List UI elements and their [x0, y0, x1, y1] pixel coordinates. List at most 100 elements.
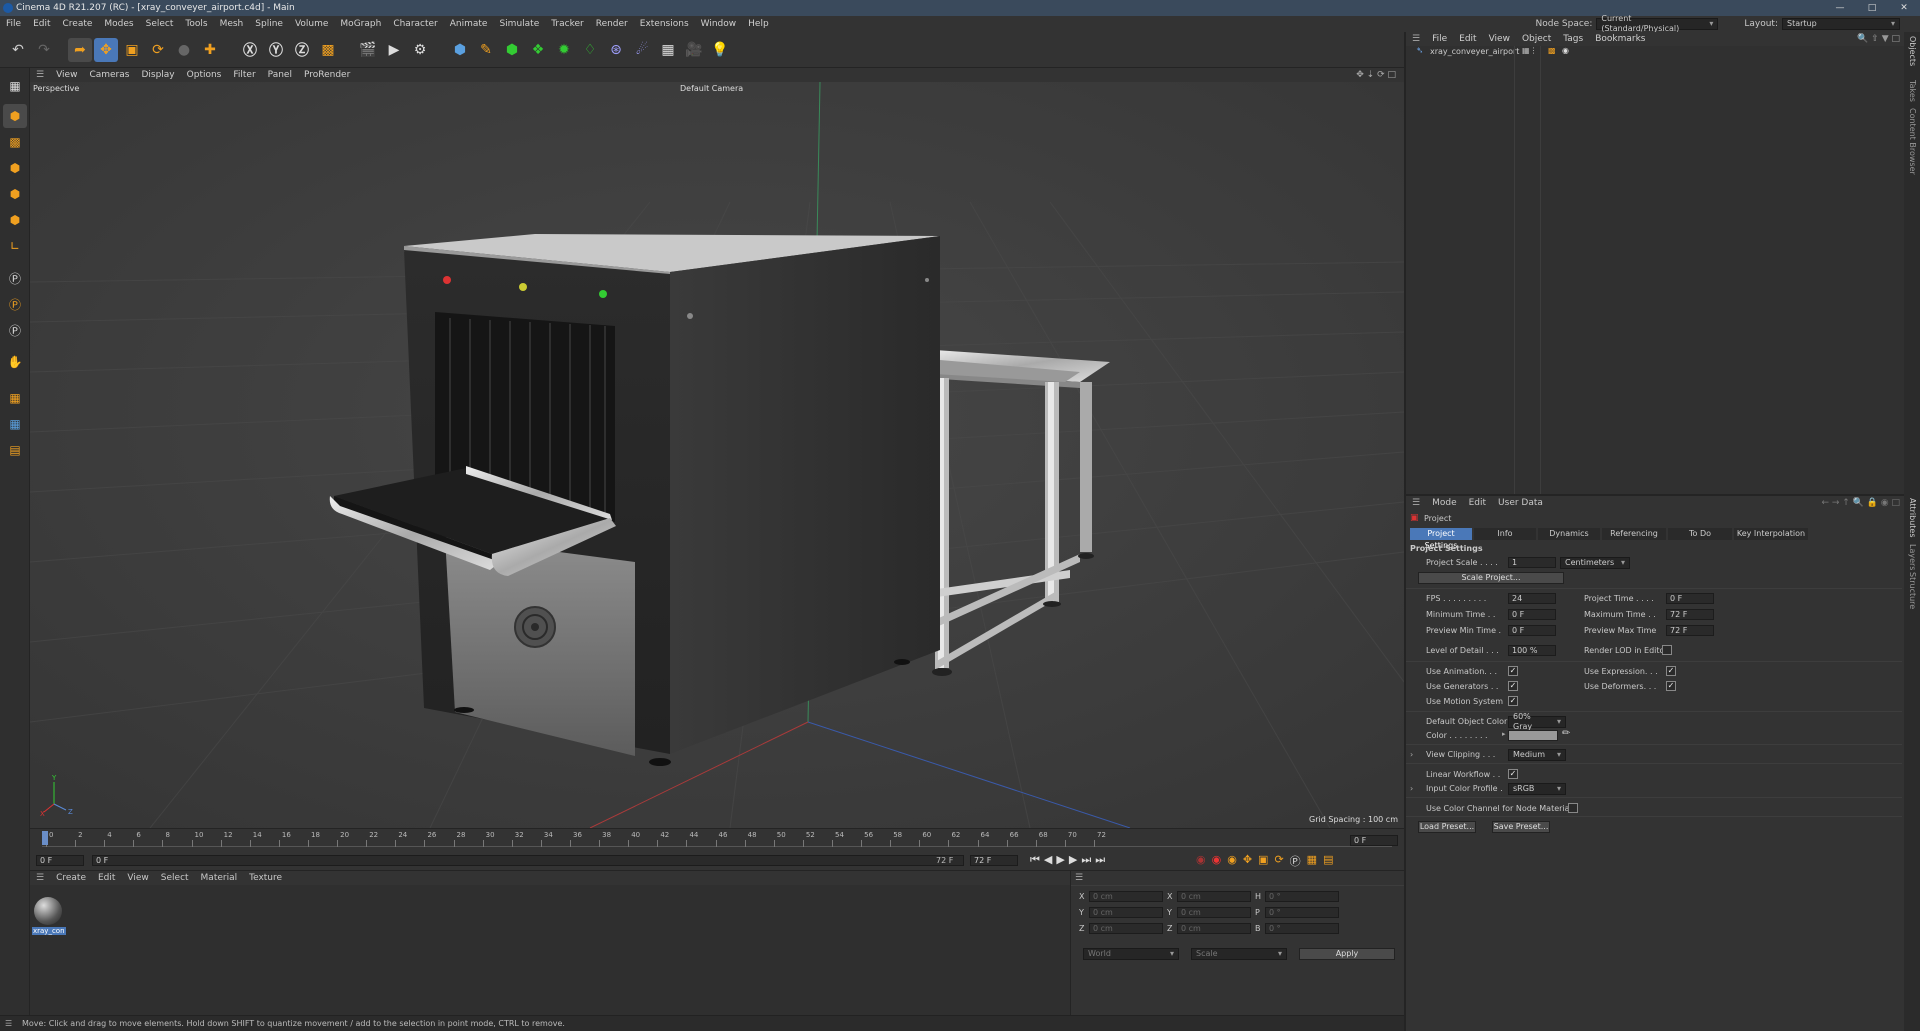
render-region-icon[interactable]: 🎬	[356, 38, 380, 62]
strip-tab-layers[interactable]: Layers	[1908, 544, 1917, 570]
rotate-icon[interactable]: ⟳	[146, 38, 170, 62]
cube-icon[interactable]: ⬢	[448, 38, 472, 62]
coordinate-system-icon[interactable]: ▩	[316, 38, 340, 62]
object-menu-tags[interactable]: Tags	[1557, 34, 1589, 44]
go-to-start-icon[interactable]: ⏮	[1030, 853, 1040, 867]
material-hamburger-icon[interactable]: ☰	[30, 873, 50, 883]
tab-to-do[interactable]: To Do	[1668, 528, 1732, 540]
timeline-window-icon[interactable]: ▤	[1323, 853, 1333, 869]
record-disabled-icon[interactable]: ◉	[1196, 853, 1206, 869]
timeline-playhead[interactable]	[42, 831, 48, 845]
light-icon[interactable]: 💡	[708, 38, 732, 62]
menu-select[interactable]: Select	[140, 16, 180, 32]
object-menu-view[interactable]: View	[1483, 34, 1516, 44]
object-search-icons[interactable]: 🔍 ⇧ ▼ □	[1857, 34, 1900, 44]
default-object-color-dropdown[interactable]: 60% Gray	[1508, 712, 1566, 731]
menu-create[interactable]: Create	[57, 16, 99, 32]
coord-value-field[interactable]: 0 cm	[1177, 907, 1251, 918]
timeline-range-slider[interactable]: 0 F	[92, 855, 964, 866]
coord-world-dropdown[interactable]: World	[1083, 948, 1179, 960]
record-icon[interactable]: ◉	[1212, 853, 1222, 869]
maximum-time-field[interactable]: 72 F	[1666, 609, 1714, 620]
object-menu-object[interactable]: Object	[1516, 34, 1557, 44]
coord-apply-button[interactable]: Apply	[1299, 948, 1395, 960]
load-preset-button[interactable]: Load Preset...	[1418, 821, 1476, 833]
object-visibility-icon[interactable]: ▦⋮	[1522, 46, 1538, 55]
linear-workflow-checkbox[interactable]: ✓	[1508, 769, 1518, 779]
y-axis-lock-icon[interactable]: Ⓨ	[264, 38, 288, 62]
strip-tab-structure[interactable]: Structure	[1908, 572, 1917, 609]
menu-simulate[interactable]: Simulate	[493, 16, 545, 32]
move-icon[interactable]: ✥	[94, 38, 118, 62]
material-menu-edit[interactable]: Edit	[92, 873, 121, 883]
color-expand-icon[interactable]: ▸	[1502, 730, 1506, 738]
object-menu-edit[interactable]: Edit	[1453, 34, 1482, 44]
viewport-menu-view[interactable]: View	[50, 70, 83, 80]
menu-animate[interactable]: Animate	[444, 16, 494, 32]
viewport-menu-display[interactable]: Display	[135, 70, 180, 80]
menu-mograph[interactable]: MoGraph	[334, 16, 387, 32]
go-to-end-icon[interactable]: ⏭	[1081, 853, 1091, 867]
minimize-button[interactable]: —	[1824, 0, 1856, 16]
material-menu-create[interactable]: Create	[50, 873, 92, 883]
menu-tracker[interactable]: Tracker	[545, 16, 589, 32]
timeline-ruler[interactable]: 0 2 4 6 8 10 12 14 16 18 20 22 24 26 28 30 32 34 36 38 40 42 4…	[42, 831, 1392, 847]
coord-value-field[interactable]: 0 °	[1265, 923, 1339, 934]
3d-viewport[interactable]: Perspective Default Camera Grid Spacing …	[30, 82, 1404, 828]
material-menu-texture[interactable]: Texture	[243, 873, 288, 883]
attribute-menu-mode[interactable]: Mode	[1426, 498, 1463, 508]
viewport-menu-prorender[interactable]: ProRender	[298, 70, 356, 80]
attribute-hamburger-icon[interactable]: ☰	[1406, 498, 1426, 508]
frame-display-field[interactable]: 0 F	[1350, 835, 1398, 846]
project-time-field[interactable]: 0 F	[1666, 593, 1714, 604]
color-swatch[interactable]	[1508, 730, 1558, 741]
tab-key-interpolation[interactable]: Key Interpolation	[1734, 528, 1808, 540]
subdivision-icon[interactable]: ⬢	[500, 38, 524, 62]
coord-hamburger-icon[interactable]: ☰	[1075, 873, 1083, 883]
menu-edit[interactable]: Edit	[27, 16, 56, 32]
array-icon[interactable]: ❖	[526, 38, 550, 62]
coord-scale-dropdown[interactable]: Scale	[1191, 948, 1287, 960]
axis-mode-icon[interactable]: ∟	[3, 234, 27, 258]
view-clipping-expand-icon[interactable]: ›	[1410, 750, 1413, 759]
pen-spline-icon[interactable]: ✎	[474, 38, 498, 62]
render-settings-icon[interactable]: ⚙	[408, 38, 432, 62]
coord-value-field[interactable]: 0 °	[1265, 907, 1339, 918]
key-parameter-icon[interactable]: Ⓟ	[1290, 853, 1301, 869]
minimum-time-field[interactable]: 0 F	[1508, 609, 1556, 620]
scale-icon[interactable]: ▣	[120, 38, 144, 62]
strip-tab-takes[interactable]: Takes	[1908, 80, 1917, 102]
coord-value-field[interactable]: 0 cm	[1089, 907, 1163, 918]
object-menu-file[interactable]: File	[1426, 34, 1453, 44]
use-deformers-checkbox[interactable]: ✓	[1666, 681, 1676, 691]
render-lod-checkbox[interactable]	[1662, 645, 1672, 655]
view-clipping-dropdown[interactable]: Medium	[1508, 749, 1566, 761]
use-generators-checkbox[interactable]: ✓	[1508, 681, 1518, 691]
key-position-icon[interactable]: ✥	[1243, 853, 1252, 869]
viewport-menu-filter[interactable]: Filter	[227, 70, 261, 80]
menu-modes[interactable]: Modes	[98, 16, 139, 32]
strip-tab-attributes[interactable]: Attributes	[1908, 498, 1917, 538]
menu-tools[interactable]: Tools	[179, 16, 213, 32]
save-preset-button[interactable]: Save Preset...	[1492, 821, 1550, 833]
menu-mesh[interactable]: Mesh	[214, 16, 250, 32]
menu-render[interactable]: Render	[590, 16, 634, 32]
texture-mode-icon[interactable]: ▩	[3, 130, 27, 154]
snap-icon[interactable]: Ⓟ	[3, 266, 27, 290]
viewport-menu-options[interactable]: Options	[181, 70, 228, 80]
strip-tab-objects[interactable]: Objects	[1908, 36, 1917, 66]
tab-project-settings[interactable]: Project Settings	[1410, 528, 1472, 550]
preview-min-time-field[interactable]: 0 F	[1508, 625, 1556, 636]
key-scale-icon[interactable]: ▣	[1258, 853, 1268, 869]
current-frame-field[interactable]: 0 F	[36, 855, 84, 866]
floor-icon[interactable]: ▦	[656, 38, 680, 62]
scale-project-button[interactable]: Scale Project...	[1418, 572, 1564, 584]
mograph-icon[interactable]: ♢	[578, 38, 602, 62]
material-menu-material[interactable]: Material	[195, 873, 244, 883]
use-motion-system-checkbox[interactable]: ✓	[1508, 696, 1518, 706]
menu-file[interactable]: File	[0, 16, 27, 32]
model-mode-icon[interactable]: ⬢	[3, 104, 27, 128]
field-icon[interactable]: ⊛	[604, 38, 628, 62]
material-tag-icon[interactable]: ◉	[1562, 46, 1569, 55]
object-tag-icon[interactable]: ▩	[1548, 46, 1556, 55]
